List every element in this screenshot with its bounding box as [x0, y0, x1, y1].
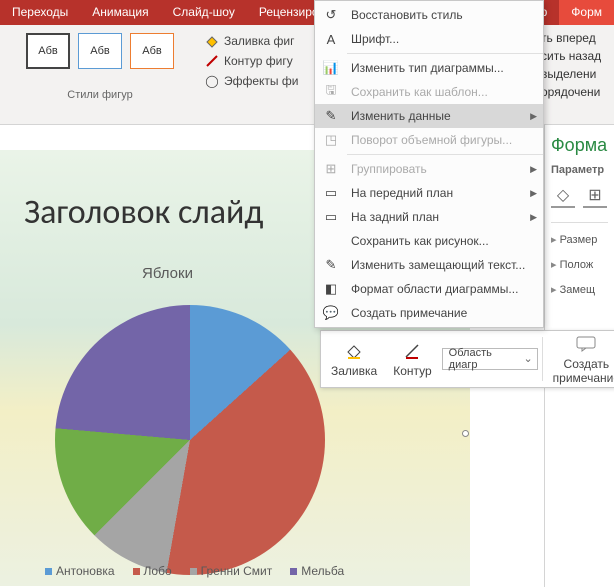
send-backward[interactable]: сить назад — [541, 49, 610, 63]
submenu-arrow-icon: ▶ — [530, 164, 537, 175]
tab-format[interactable]: Форм — [559, 0, 614, 25]
tab-slideshow[interactable]: Слайд-шоу — [161, 0, 247, 25]
chart-element-combo[interactable]: Область диагр — [442, 348, 538, 370]
fill-line-tab-icon[interactable]: ◇ — [551, 184, 575, 208]
context-menu: ↺Восстановить стильAШрифт... 📊Изменить ти… — [314, 0, 544, 328]
format-pane-subtitle: Параметр — [551, 164, 608, 176]
format-section-alttext[interactable]: Замещ — [551, 277, 608, 302]
chart-legend: Антоновка Лобо Гренни Смит Мельба — [45, 564, 344, 578]
shape-styles-group: Абв Абв Абв Стили фигур — [0, 25, 200, 124]
bring-forward[interactable]: ть вперед — [541, 31, 610, 45]
ctx-icon: 🖫 — [321, 82, 341, 102]
ctx-icon: ✎ — [321, 255, 341, 275]
size-tab-icon[interactable]: ⊞ — [583, 184, 607, 208]
ctx-icon — [321, 231, 341, 251]
legend-item[interactable]: Антоновка — [45, 564, 115, 578]
ctx-icon: ✎ — [321, 106, 341, 126]
format-section-position[interactable]: Полож — [551, 252, 608, 277]
ctx-item[interactable]: ◧Формат области диаграммы... — [315, 277, 543, 301]
submenu-arrow-icon: ▶ — [530, 212, 537, 223]
shape-outline-button[interactable]: Контур фигу — [204, 53, 298, 69]
slide-title[interactable]: Заголовок слайд — [24, 192, 263, 233]
legend-item[interactable]: Лобо — [133, 564, 172, 578]
shape-fill-button[interactable]: Заливка фиг — [204, 33, 298, 49]
ctx-item[interactable]: ↺Восстановить стиль — [315, 3, 543, 27]
ctx-item: ◳Поворот объемной фигуры... — [315, 128, 543, 152]
shape-effects-button[interactable]: ◯ Эффекты фи — [204, 73, 298, 89]
ctx-item: 🖫Сохранить как шаблон... — [315, 80, 543, 104]
ctx-item[interactable]: ▭На передний план▶ — [315, 181, 543, 205]
tab-animation[interactable]: Анимация — [80, 0, 160, 25]
ctx-item[interactable]: 💬Создать примечание — [315, 301, 543, 325]
resize-handle[interactable] — [462, 430, 469, 437]
ctx-item: ⊞Группировать▶ — [315, 157, 543, 181]
tab-transitions[interactable]: Переходы — [0, 0, 80, 25]
comment-icon — [575, 333, 597, 355]
legend-item[interactable]: Мельба — [290, 564, 344, 578]
ctx-item[interactable]: ▭На задний план▶ — [315, 205, 543, 229]
style-preset-3[interactable]: Абв — [130, 33, 174, 69]
ctx-icon: ◳ — [321, 130, 341, 150]
shape-fill-menu: Заливка фиг Контур фигу ◯ Эффекты фи — [200, 25, 298, 124]
pen-icon — [401, 340, 423, 362]
bucket-icon — [204, 33, 220, 49]
ctx-icon: ▭ — [321, 207, 341, 227]
ctx-icon: 📊 — [321, 58, 341, 78]
selection-pane[interactable]: выделени — [541, 67, 610, 81]
ctx-item[interactable]: ✎Изменить данные▶ — [315, 104, 543, 128]
ctx-item[interactable]: AШрифт... — [315, 27, 543, 51]
ctx-icon: ↺ — [321, 5, 341, 25]
ctx-icon: ▭ — [321, 183, 341, 203]
ctx-icon: 💬 — [321, 303, 341, 323]
ctx-item[interactable]: ✎Изменить замещающий текст... — [315, 253, 543, 277]
pie-chart[interactable] — [55, 305, 325, 575]
format-pane-title: Форма — [551, 135, 608, 156]
format-section-size[interactable]: Размер — [551, 227, 608, 252]
submenu-arrow-icon: ▶ — [530, 188, 537, 199]
style-preset-2[interactable]: Абв — [78, 33, 122, 69]
style-preset-1[interactable]: Абв — [26, 33, 70, 69]
mini-new-comment-button[interactable]: Создатьпримечание — [547, 331, 614, 387]
mini-outline-button[interactable]: Контур — [387, 338, 437, 380]
ctx-item[interactable]: 📊Изменить тип диаграммы... — [315, 56, 543, 80]
mini-toolbar: Заливка Контур Область диагр Создатьприм… — [320, 330, 614, 388]
group-label-styles: Стили фигур — [67, 89, 132, 101]
arrange-group: ть вперед сить назад выделени орядочени — [536, 25, 614, 124]
ctx-icon: ◧ — [321, 279, 341, 299]
pen-icon — [204, 53, 220, 69]
ctx-item[interactable]: Сохранить как рисунок... — [315, 229, 543, 253]
chart-title[interactable]: Яблоки — [142, 265, 193, 282]
ctx-icon: A — [321, 29, 341, 49]
mini-fill-button[interactable]: Заливка — [325, 338, 383, 380]
bucket-icon — [343, 340, 365, 362]
legend-item[interactable]: Гренни Смит — [190, 564, 273, 578]
submenu-arrow-icon: ▶ — [530, 111, 537, 122]
ctx-icon: ⊞ — [321, 159, 341, 179]
effects-icon: ◯ — [204, 73, 220, 89]
separator — [542, 337, 543, 381]
arrange[interactable]: орядочени — [541, 85, 610, 99]
